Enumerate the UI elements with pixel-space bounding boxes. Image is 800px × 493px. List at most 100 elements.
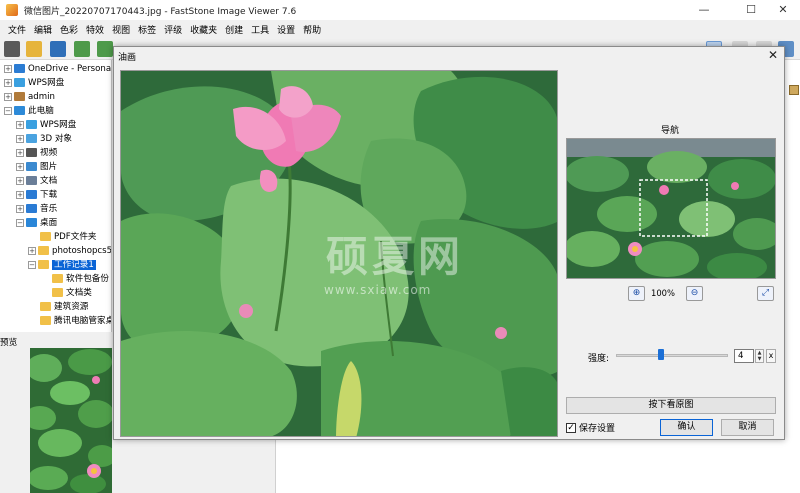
oil-paint-dialog: 油画 ✕ 硕夏网 www.sxiaw.com 导航 ⊕ 100% ⊖ ⤢ 强度:… [113,46,785,440]
navigator-image[interactable] [566,138,776,279]
tree-item-label: WPS网盘 [28,78,65,88]
expand-icon[interactable]: + [16,176,24,185]
folder-icon [52,274,63,283]
collapse-icon[interactable]: − [28,260,36,269]
expand-icon[interactable]: + [16,120,24,129]
tree-item[interactable]: − 桌面 [16,216,57,230]
menu-tags[interactable]: 标签 [134,23,160,36]
user-icon [14,92,25,101]
menu-create[interactable]: 创建 [221,23,247,36]
download-icon [26,190,37,199]
menu-color[interactable]: 色彩 [56,23,82,36]
menu-rating[interactable]: 评级 [160,23,186,36]
open-folder-icon[interactable] [26,41,42,57]
back-icon[interactable] [74,41,90,57]
watermark-url: www.sxiaw.com [324,283,432,297]
menu-effects[interactable]: 特效 [82,23,108,36]
preview-image [30,348,112,493]
menu-help[interactable]: 帮助 [299,23,325,36]
tree-item-label: 3D 对象 [40,134,73,144]
zoom-in-button[interactable]: ⊕ [628,286,645,301]
expand-icon[interactable]: + [4,78,12,87]
tree-item[interactable]: + photoshopcs5 [28,244,111,258]
tree-item-label: 音乐 [40,204,58,214]
clear-strength-button[interactable]: x [766,349,776,363]
expand-icon[interactable]: + [28,246,36,255]
tree-item[interactable]: 建筑资源 [28,300,88,314]
folder-icon [38,246,49,255]
checkbox-check-icon[interactable]: ✓ [566,422,576,433]
expand-icon[interactable]: + [16,204,24,213]
tree-item-label: WPS网盘 [40,120,77,130]
ok-button[interactable]: 确认 [660,419,713,436]
tree-item-label: 工作记录1 [52,260,96,270]
cancel-button[interactable]: 取消 [721,419,774,436]
maximize-button[interactable]: ☐ [734,0,768,20]
fit-window-button[interactable]: ⤢ [757,286,774,301]
menu-settings[interactable]: 设置 [273,23,299,36]
folder-icon [40,302,51,311]
zoom-level: 100% [651,288,675,298]
expand-icon[interactable]: + [16,134,24,143]
tree-item[interactable]: 腾讯电脑管家桌面 [28,314,111,328]
tree-item-label: 视频 [40,148,58,158]
tree-item-label: 腾讯电脑管家桌面 [54,316,111,326]
tree-item-label: 文档类 [66,288,92,298]
tree-item[interactable]: + 下载 [16,188,57,202]
save-settings-label: 保存设置 [579,424,616,434]
menu-tools[interactable]: 工具 [247,23,273,36]
menu-bar: 文件 编辑 色彩 特效 视图 标签 评级 收藏夹 创建 工具 设置 帮助 [0,20,800,38]
spin-down-icon[interactable]: ▼ [756,356,763,362]
tree-item[interactable]: + WPS网盘 [16,118,76,132]
expand-icon[interactable]: + [16,190,24,199]
tree-item[interactable]: 文档类 [40,286,92,300]
collapse-icon[interactable]: − [16,218,24,227]
tree-item-label: PDF文件夹 [54,232,97,242]
tree-item[interactable]: + 文档 [16,174,57,188]
clipboard-icon[interactable] [789,85,799,95]
menu-edit[interactable]: 编辑 [30,23,56,36]
tree-item-label: 此电脑 [28,106,54,116]
tree-item-label: admin [28,92,55,102]
forward-icon[interactable] [97,41,113,57]
minimize-button[interactable]: — [687,0,721,20]
expand-icon[interactable]: + [16,162,24,171]
tree-item-label: 文档 [40,176,58,186]
dialog-title: 油画 [118,53,137,63]
menu-view[interactable]: 视图 [108,23,134,36]
tree-item[interactable]: − 此电脑 [4,104,54,118]
app-icon [6,4,18,16]
expand-icon[interactable]: + [4,92,12,101]
tree-item[interactable]: + OneDrive - Personal [4,62,111,76]
dialog-close-icon[interactable]: ✕ [768,48,778,62]
tree-item[interactable]: + WPS网盘 [4,76,64,90]
strength-spinner[interactable]: ▲ ▼ [755,349,764,363]
tree-item[interactable]: + 视频 [16,146,57,160]
tree-item[interactable]: + 音乐 [16,202,57,216]
expand-icon[interactable]: + [16,148,24,157]
tree-item[interactable]: PDF文件夹 [28,230,97,244]
collapse-icon[interactable]: − [4,106,12,115]
save-icon[interactable] [50,41,66,57]
folder-icon [40,316,51,325]
strength-slider-thumb[interactable] [658,349,665,360]
expand-icon[interactable]: + [4,64,12,73]
save-settings-checkbox[interactable]: ✓ 保存设置 [566,421,615,434]
tree-item[interactable]: +3D 对象 [16,132,72,146]
strength-slider-track[interactable] [616,354,728,357]
strength-input[interactable]: 4 [734,349,754,363]
menu-file[interactable]: 文件 [4,23,30,36]
show-original-button[interactable]: 按下看原图 [566,397,776,414]
cube-icon [26,134,37,143]
tree-item[interactable]: + 图片 [16,160,57,174]
menu-favorites[interactable]: 收藏夹 [186,23,221,36]
folder-tree: + OneDrive - Personal + WPS网盘 + admin − 此电脑 + WPS… [0,60,112,332]
tree-item[interactable]: − 工作记录1 [28,258,96,272]
close-button[interactable]: ✕ [766,0,800,20]
tree-item[interactable]: 软件包备份 [40,272,109,286]
camera-icon[interactable] [4,41,20,57]
zoom-out-button[interactable]: ⊖ [686,286,703,301]
tree-item[interactable]: + admin [4,90,55,104]
navigator-title: 导航 [660,126,679,136]
window-title: 微信图片_20220707170443.jpg - FastStone Imag… [24,7,297,17]
